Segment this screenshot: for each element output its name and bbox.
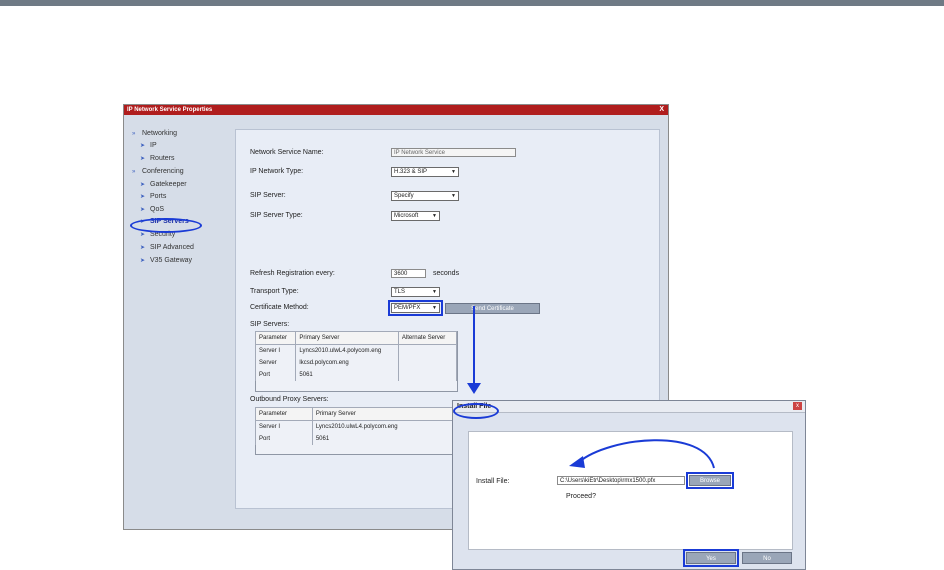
ip-network-type-value: H.323 & SIP xyxy=(394,169,428,175)
proceed-text: Proceed? xyxy=(566,493,596,500)
ip-network-type-label: IP Network Type: xyxy=(250,168,304,175)
nav-item-routers[interactable]: ➤ Routers xyxy=(140,154,175,164)
nav-item-qos[interactable]: ➤ QoS xyxy=(140,205,164,215)
table-cell[interactable]: Lyncs2010.ulwL4.polycom.eng xyxy=(311,420,458,433)
refresh-unit-label: seconds xyxy=(433,270,460,277)
table-cell: Server I xyxy=(254,344,297,357)
transport-type-label: Transport Type: xyxy=(250,288,299,295)
table-header: Primary Server xyxy=(295,331,399,345)
install-file-path-field[interactable]: C:\Users\kiEtr\Desktop\rmx1500.pfx xyxy=(557,476,685,485)
chevron-down-icon: ▼ xyxy=(432,289,437,295)
table-cell: Port xyxy=(254,369,297,381)
table-cell[interactable] xyxy=(397,344,458,357)
table-cell[interactable] xyxy=(397,357,458,369)
ip-network-type-select[interactable]: H.323 & SIP ▼ xyxy=(391,167,459,177)
chevron-down-icon: ▼ xyxy=(432,305,437,311)
arrow-icon: ➤ xyxy=(140,207,146,213)
expand-icon: » xyxy=(132,169,136,175)
table-cell[interactable]: 5061 xyxy=(295,369,399,381)
yes-button[interactable]: Yes xyxy=(683,549,739,567)
certificate-method-select[interactable]: PEM/PFX ▼ xyxy=(388,300,443,316)
close-icon[interactable]: X xyxy=(659,105,664,115)
table-cell[interactable]: lkcsd.polycom.eng xyxy=(295,357,399,369)
dialog-content: Install File: C:\Users\kiEtr\Desktop\rmx… xyxy=(468,431,793,550)
sip-server-select[interactable]: Specify ▼ xyxy=(391,191,459,201)
certificate-method-value: PEM/PFX xyxy=(394,305,421,311)
install-file-label: Install File: xyxy=(476,478,510,485)
table-header: Parameter xyxy=(254,331,297,345)
table-cell: Port xyxy=(255,433,313,445)
service-name-label: Network Service Name: xyxy=(250,149,324,156)
window-title: IP Network Service Properties xyxy=(127,107,213,113)
send-certificate-button[interactable]: Send Certificate xyxy=(445,303,540,314)
nav-item-v35-gateway[interactable]: ➤ V35 Gateway xyxy=(140,256,192,266)
nav-item-ports[interactable]: ➤ Ports xyxy=(140,192,166,202)
certificate-method-label: Certificate Method: xyxy=(250,304,309,311)
chevron-down-icon: ▼ xyxy=(451,169,456,175)
table-cell[interactable]: 5061 xyxy=(311,433,458,445)
arrow-icon: ➤ xyxy=(140,143,146,149)
sip-servers-table: Parameter Primary Server Alternate Serve… xyxy=(254,331,458,381)
table-row[interactable]: Server I Lyncs2010.ulwL4.polycom.eng xyxy=(255,420,458,433)
sip-servers-highlight-ellipse xyxy=(130,218,202,233)
nav-item-conferencing[interactable]: » Conferencing xyxy=(132,167,184,177)
refresh-registration-field[interactable]: 3600 xyxy=(391,269,426,278)
dialog-title-bar: Install File x xyxy=(453,401,805,413)
arrow-icon: ➤ xyxy=(140,156,146,162)
arrow-icon: ➤ xyxy=(140,245,146,251)
close-icon[interactable]: x xyxy=(793,402,802,410)
arrow-icon: ➤ xyxy=(140,232,146,238)
table-row[interactable]: Server lkcsd.polycom.eng xyxy=(254,357,458,369)
sip-server-value: Specify xyxy=(394,193,414,199)
table-cell: Server xyxy=(254,357,297,369)
table-header: Parameter xyxy=(255,407,313,421)
install-file-title-highlight-ellipse xyxy=(453,403,499,419)
sip-servers-label: SIP Servers: xyxy=(250,321,290,328)
sip-server-type-value: Microsoft xyxy=(394,213,419,219)
chevron-down-icon: ▼ xyxy=(451,193,456,199)
window-title-bar: IP Network Service Properties X xyxy=(124,105,668,115)
arrow-icon: ➤ xyxy=(140,194,146,200)
arrow-left-icon xyxy=(569,456,585,468)
table-cell: Server I xyxy=(255,420,313,433)
table-cell[interactable] xyxy=(397,369,458,381)
expand-icon: » xyxy=(132,131,136,137)
install-file-dialog: Install File x Install File: C:\Users\ki… xyxy=(452,400,806,570)
table-header-row: Parameter Primary Server Alternate Serve… xyxy=(254,331,458,345)
arrow-icon: ➤ xyxy=(140,182,146,188)
refresh-registration-label: Refresh Registration every: xyxy=(250,270,335,277)
nav-item-networking[interactable]: » Networking xyxy=(132,129,177,139)
arrow-icon: ➤ xyxy=(140,258,146,264)
sip-server-label: SIP Server: xyxy=(250,192,286,199)
nav-item-gatekeeper[interactable]: ➤ Gatekeeper xyxy=(140,180,187,190)
table-header-row: Parameter Primary Server xyxy=(255,407,458,421)
service-name-field[interactable]: IP Network Service xyxy=(391,148,516,157)
table-cell[interactable]: Lyncs2010.ulwL4.polycom.eng xyxy=(295,344,399,357)
transport-type-value: TLS xyxy=(394,289,406,295)
table-header: Primary Server xyxy=(311,407,458,421)
no-button[interactable]: No xyxy=(742,552,792,564)
table-row[interactable]: Port 5061 xyxy=(254,369,458,381)
curved-arrow-line xyxy=(578,439,715,469)
table-header: Alternate Server xyxy=(397,331,458,345)
browse-arrow xyxy=(569,439,715,469)
sip-server-type-select[interactable]: Microsoft ▼ xyxy=(391,211,440,221)
outbound-proxy-table: Parameter Primary Server Server I Lyncs2… xyxy=(255,407,458,445)
nav-item-sip-advanced[interactable]: ➤ SIP Advanced xyxy=(140,243,194,253)
table-row[interactable]: Server I Lyncs2010.ulwL4.polycom.eng xyxy=(254,344,458,357)
top-bar xyxy=(0,0,944,6)
table-row[interactable]: Port 5061 xyxy=(255,433,458,445)
transport-type-select[interactable]: TLS ▼ xyxy=(391,287,440,297)
browse-button[interactable]: Browse xyxy=(686,472,734,489)
chevron-down-icon: ▼ xyxy=(432,213,437,219)
nav-item-ip[interactable]: ➤ IP xyxy=(140,141,157,151)
sip-server-type-label: SIP Server Type: xyxy=(250,212,303,219)
outbound-proxy-label: Outbound Proxy Servers: xyxy=(250,396,329,403)
